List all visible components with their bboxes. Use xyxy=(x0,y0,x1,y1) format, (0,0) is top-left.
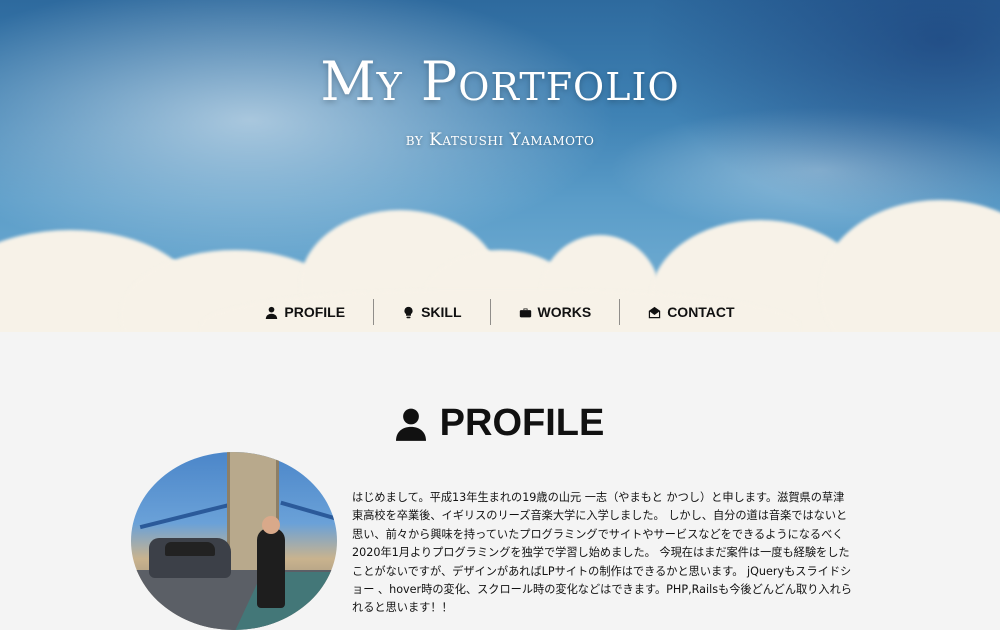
profile-bio: はじめまして。平成13年生まれの19歳の山元 一志（やまもと かつし）と申します… xyxy=(352,491,852,615)
profile-photo xyxy=(131,452,337,630)
nav-label: WORKS xyxy=(537,304,592,320)
nav-item-contact[interactable]: CONTACT xyxy=(620,299,762,325)
profile-heading: PROFILE xyxy=(0,402,1000,445)
lightbulb-icon xyxy=(404,306,413,318)
envelope-open-icon xyxy=(649,306,661,318)
bridge-span xyxy=(275,500,337,542)
person-head xyxy=(262,516,280,534)
section-title-text: PROFILE xyxy=(439,402,605,444)
nav-item-profile[interactable]: PROFILE xyxy=(237,299,373,325)
person-icon xyxy=(395,408,426,441)
hero-banner: My Portfolio by Katsushi Yamamoto PROFIL… xyxy=(0,0,1000,332)
main-nav: PROFILE SKILL WORKS CONTACT xyxy=(0,298,1000,326)
person-figure xyxy=(257,528,285,608)
nav-label: CONTACT xyxy=(667,304,735,320)
briefcase-icon xyxy=(519,307,531,317)
nav-item-skill[interactable]: SKILL xyxy=(374,299,489,325)
nav-label: SKILL xyxy=(421,304,462,320)
nav-item-works[interactable]: WORKS xyxy=(491,299,620,325)
car-window xyxy=(165,542,215,556)
person-icon xyxy=(266,306,278,319)
nav-label: PROFILE xyxy=(284,304,346,320)
site-title: My Portfolio xyxy=(320,50,680,113)
site-subtitle: by Katsushi Yamamoto xyxy=(405,130,595,150)
